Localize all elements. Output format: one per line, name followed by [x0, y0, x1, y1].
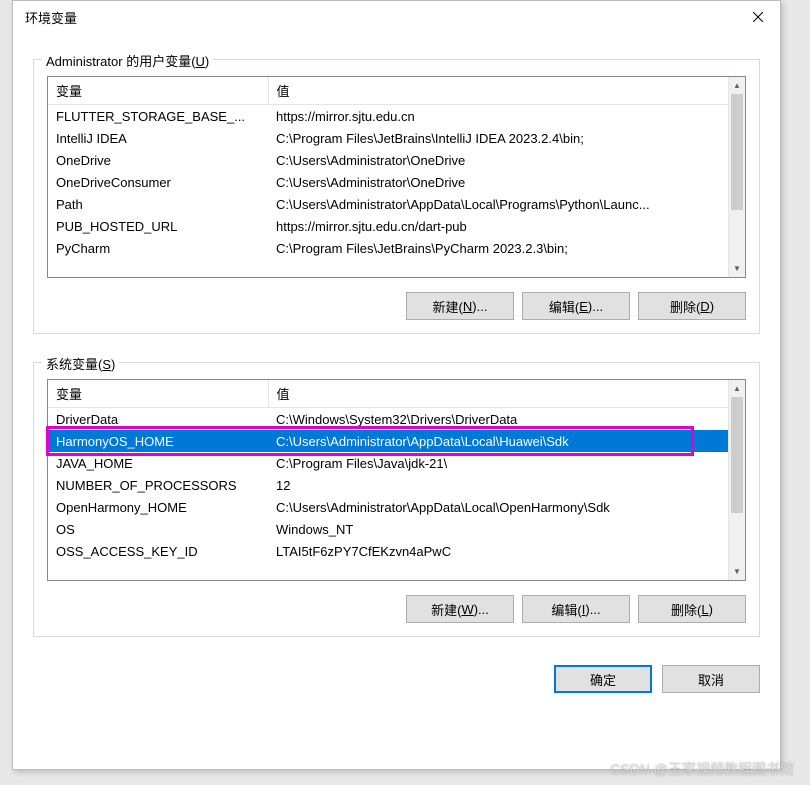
table-row[interactable]: IntelliJ IDEAC:\Program Files\JetBrains\…	[48, 127, 728, 149]
scroll-thumb[interactable]	[731, 397, 743, 513]
table-row[interactable]: PyCharmC:\Program Files\JetBrains\PyChar…	[48, 237, 728, 259]
scroll-down-icon[interactable]: ▼	[729, 260, 745, 277]
sys-vars-table-wrap: 变量 值 DriverDataC:\Windows\System32\Drive…	[47, 379, 746, 581]
table-row[interactable]: OSS_ACCESS_KEY_IDLTAI5tF6zPY7CfEKzvn4aPw…	[48, 540, 728, 562]
table-row[interactable]: JAVA_HOMEC:\Program Files\Java\jdk-21\	[48, 452, 728, 474]
table-row[interactable]: HarmonyOS_HOMEC:\Users\Administrator\App…	[48, 430, 728, 452]
table-row[interactable]: PathC:\Users\Administrator\AppData\Local…	[48, 193, 728, 215]
sys-vars-label: 系统变量(S)	[42, 354, 119, 373]
scroll-up-icon[interactable]: ▲	[729, 380, 745, 397]
sys-edit-button[interactable]: 编辑(I)...	[522, 595, 630, 623]
sys-col-name[interactable]: 变量	[48, 380, 268, 408]
user-vars-table-wrap: 变量 值 FLUTTER_STORAGE_BASE_...https://mir…	[47, 76, 746, 278]
titlebar: 环境变量	[13, 1, 780, 33]
scroll-up-icon[interactable]: ▲	[729, 77, 745, 94]
user-col-name[interactable]: 变量	[48, 77, 268, 105]
table-row[interactable]: NUMBER_OF_PROCESSORS12	[48, 474, 728, 496]
user-buttons: 新建(N)... 编辑(E)... 删除(D)	[47, 292, 746, 320]
sys-vars-table[interactable]: 变量 值 DriverDataC:\Windows\System32\Drive…	[48, 380, 728, 562]
table-row[interactable]: FLUTTER_STORAGE_BASE_...https://mirror.s…	[48, 105, 728, 128]
sys-scrollbar[interactable]: ▲ ▼	[728, 380, 745, 580]
ok-button[interactable]: 确定	[554, 665, 652, 693]
sys-new-button[interactable]: 新建(W)...	[406, 595, 514, 623]
sys-vars-group: 系统变量(S) 变量 值 DriverDataC:\Windows\System…	[33, 362, 760, 637]
table-row[interactable]: OneDriveC:\Users\Administrator\OneDrive	[48, 149, 728, 171]
close-button[interactable]	[736, 1, 780, 33]
sys-col-value[interactable]: 值	[268, 380, 728, 408]
user-scrollbar[interactable]: ▲ ▼	[728, 77, 745, 277]
dialog-buttons: 确定 取消	[33, 665, 760, 693]
user-delete-button[interactable]: 删除(D)	[638, 292, 746, 320]
scroll-thumb[interactable]	[731, 94, 743, 210]
cancel-button[interactable]: 取消	[662, 665, 760, 693]
env-vars-dialog: 环境变量 Administrator 的用户变量(U) 变量 值	[12, 0, 781, 770]
user-vars-group: Administrator 的用户变量(U) 变量 值 FLUTTER_STOR…	[33, 59, 760, 334]
table-row[interactable]: OSWindows_NT	[48, 518, 728, 540]
table-row[interactable]: PUB_HOSTED_URLhttps://mirror.sjtu.edu.cn…	[48, 215, 728, 237]
table-row[interactable]: OneDriveConsumerC:\Users\Administrator\O…	[48, 171, 728, 193]
dialog-body: Administrator 的用户变量(U) 变量 值 FLUTTER_STOR…	[13, 33, 780, 711]
user-col-value[interactable]: 值	[268, 77, 728, 105]
table-row[interactable]: OpenHarmony_HOMEC:\Users\Administrator\A…	[48, 496, 728, 518]
scroll-down-icon[interactable]: ▼	[729, 563, 745, 580]
watermark: CSDN @王家视频教程图书馆	[610, 759, 794, 779]
sys-buttons: 新建(W)... 编辑(I)... 删除(L)	[47, 595, 746, 623]
user-edit-button[interactable]: 编辑(E)...	[522, 292, 630, 320]
user-vars-label: Administrator 的用户变量(U)	[42, 51, 213, 70]
table-row[interactable]: DriverDataC:\Windows\System32\Drivers\Dr…	[48, 408, 728, 431]
window-title: 环境变量	[25, 8, 77, 27]
close-icon	[753, 12, 763, 22]
user-new-button[interactable]: 新建(N)...	[406, 292, 514, 320]
user-vars-table[interactable]: 变量 值 FLUTTER_STORAGE_BASE_...https://mir…	[48, 77, 728, 259]
sys-delete-button[interactable]: 删除(L)	[638, 595, 746, 623]
